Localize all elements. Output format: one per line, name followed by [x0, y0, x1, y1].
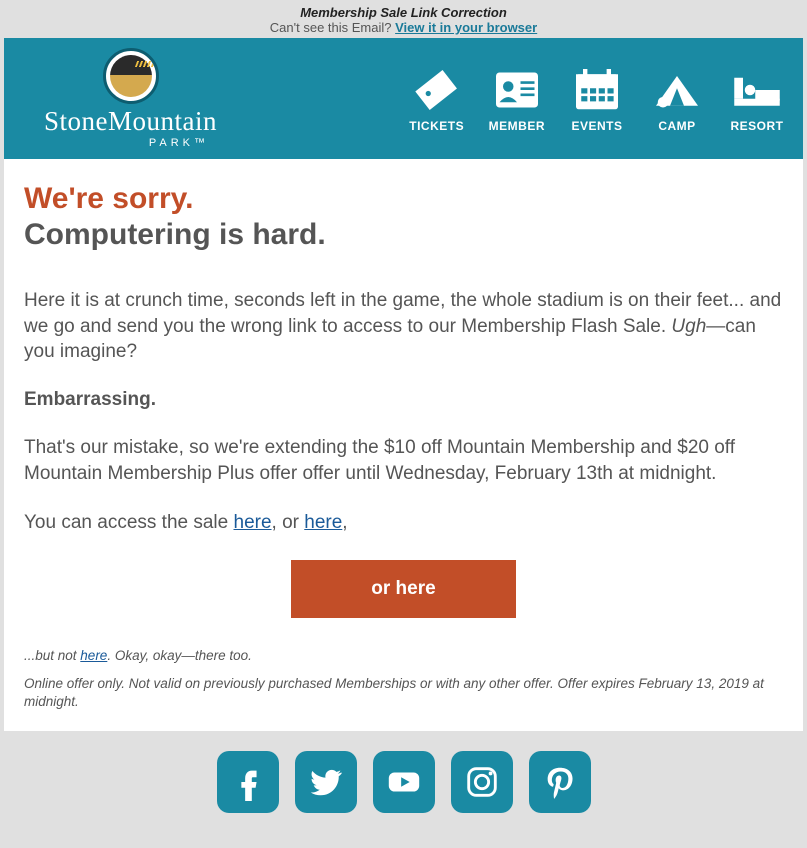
fine-b: . Okay, okay—there too. [107, 648, 252, 663]
preheader-title: Membership Sale Link Correction [0, 5, 807, 20]
nav-label: EVENTS [571, 119, 622, 133]
paragraph-3: You can access the sale here, or here, [24, 510, 783, 536]
nav-label: MEMBER [489, 119, 545, 133]
brand-logo[interactable]: StoneMountain PARK™ [44, 48, 217, 149]
fine-print: ...but not here. Okay, okay—there too. [24, 648, 783, 663]
view-in-browser-link[interactable]: View it in your browser [395, 20, 537, 35]
instagram-icon [463, 763, 501, 801]
disclaimer: Online offer only. Not valid on previous… [24, 675, 783, 721]
cta-button[interactable]: or here [291, 560, 515, 618]
nav-label: CAMP [658, 119, 695, 133]
logo-icon [103, 48, 159, 104]
member-icon [489, 65, 545, 115]
social-instagram[interactable] [451, 751, 513, 813]
social-twitter[interactable] [295, 751, 357, 813]
social-pinterest[interactable] [529, 751, 591, 813]
sale-link-2[interactable]: here [304, 512, 342, 533]
heading-line1: We're sorry. [24, 179, 783, 218]
preheader-sub: Can't see this Email? [270, 20, 395, 35]
brand-name: StoneMountain [44, 106, 217, 137]
main-nav: TICKETS MEMBER EVENTS CAMP RESORT [409, 65, 785, 133]
nav-camp[interactable]: CAMP [649, 65, 705, 133]
cta-wrap: or here [24, 560, 783, 618]
para3-c: , [342, 512, 347, 533]
para3-b: , or [272, 512, 305, 533]
pinterest-icon [541, 763, 579, 801]
nav-events[interactable]: EVENTS [569, 65, 625, 133]
social-facebook[interactable] [217, 751, 279, 813]
nav-tickets[interactable]: TICKETS [409, 65, 465, 133]
para1-ugh: Ugh [671, 316, 706, 337]
embarrassing: Embarrassing. [24, 389, 783, 411]
events-icon [569, 65, 625, 115]
nav-resort[interactable]: RESORT [729, 65, 785, 133]
email-body: We're sorry. Computering is hard. Here i… [4, 159, 803, 731]
preheader: Membership Sale Link Correction Can't se… [0, 0, 807, 38]
brand-sub: PARK™ [44, 137, 217, 149]
fine-link[interactable]: here [80, 648, 107, 663]
paragraph-2: That's our mistake, so we're extending t… [24, 435, 783, 486]
youtube-icon [385, 763, 423, 801]
facebook-icon [229, 763, 267, 801]
paragraph-1: Here it is at crunch time, seconds left … [24, 288, 783, 365]
resort-icon [729, 65, 785, 115]
header-bar: StoneMountain PARK™ TICKETS MEMBER EVENT… [4, 38, 803, 159]
fine-a: ...but not [24, 648, 80, 663]
nav-label: RESORT [730, 119, 783, 133]
para1-text-a: Here it is at crunch time, seconds left … [24, 290, 781, 337]
sale-link-1[interactable]: here [234, 512, 272, 533]
tickets-icon [409, 65, 465, 115]
social-youtube[interactable] [373, 751, 435, 813]
social-row [0, 731, 807, 833]
para3-a: You can access the sale [24, 512, 234, 533]
nav-member[interactable]: MEMBER [489, 65, 545, 133]
heading-line2: Computering is hard. [24, 218, 783, 252]
nav-label: TICKETS [409, 119, 464, 133]
camp-icon [649, 65, 705, 115]
twitter-icon [307, 763, 345, 801]
